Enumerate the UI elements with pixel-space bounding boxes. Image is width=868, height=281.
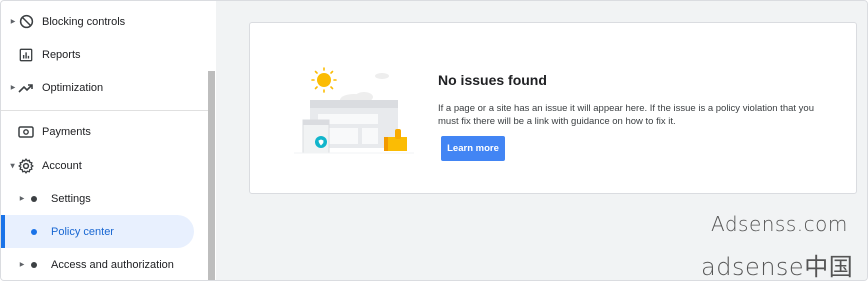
app-frame: ▶ Blocking controls Reports ▶ Optimizati… [0, 0, 868, 281]
caret-down-icon[interactable]: ▶ [9, 163, 17, 169]
caret-right-icon[interactable]: ▶ [19, 261, 25, 269]
sidebar-item-label: Payments [42, 125, 91, 138]
sidebar-item-blocking-controls[interactable]: ▶ Blocking controls [1, 5, 201, 38]
bullet-icon [31, 228, 37, 235]
no-issues-illustration [294, 67, 414, 157]
card-description: If a page or a site has an issue it will… [438, 103, 814, 127]
caret-right-icon[interactable]: ▶ [19, 195, 25, 203]
sidebar-item-label: Optimization [42, 81, 104, 94]
bullet-icon [31, 195, 37, 202]
watermark-line-2: adsense中国 [701, 253, 854, 281]
sidebar-item-account[interactable]: ▶ Account [1, 149, 201, 182]
card-title: No issues found [438, 72, 547, 88]
block-icon [18, 14, 34, 30]
sidebar-divider [1, 110, 209, 111]
sidebar-item-payments[interactable]: Payments [1, 115, 201, 148]
sidebar-item-access-authorization[interactable]: ▶ Access and authorization [1, 248, 201, 280]
policy-status-card: No issues found If a page or a site has … [249, 22, 857, 194]
trending-up-icon [18, 80, 34, 96]
learn-more-button[interactable]: Learn more [441, 136, 505, 161]
caret-right-icon[interactable]: ▶ [10, 84, 16, 92]
gear-icon [18, 157, 34, 174]
sidebar-item-settings[interactable]: ▶ Settings [1, 182, 201, 215]
sun-icon [311, 67, 337, 93]
sidebar-item-label: Reports [42, 48, 81, 61]
sidebar-item-label: Settings [51, 192, 91, 205]
bullet-icon [31, 261, 37, 268]
sidebar-item-reports[interactable]: Reports [1, 38, 201, 71]
sidebar: ▶ Blocking controls Reports ▶ Optimizati… [1, 1, 216, 280]
sidebar-item-label: Account [42, 159, 82, 172]
sidebar-item-label: Access and authorization [51, 258, 174, 271]
payments-icon [18, 124, 34, 140]
reports-icon [18, 47, 34, 63]
sidebar-item-label: Policy center [51, 225, 114, 238]
sidebar-item-policy-center[interactable]: Policy center [1, 215, 201, 248]
watermark-line-1: Adsenss.com [711, 212, 848, 236]
sidebar-scrollbar-thumb[interactable] [208, 71, 215, 280]
main-content: No issues found If a page or a site has … [216, 1, 867, 280]
caret-right-icon[interactable]: ▶ [10, 18, 16, 26]
sidebar-item-label: Blocking controls [42, 15, 126, 28]
sidebar-item-optimization[interactable]: ▶ Optimization [1, 71, 201, 104]
